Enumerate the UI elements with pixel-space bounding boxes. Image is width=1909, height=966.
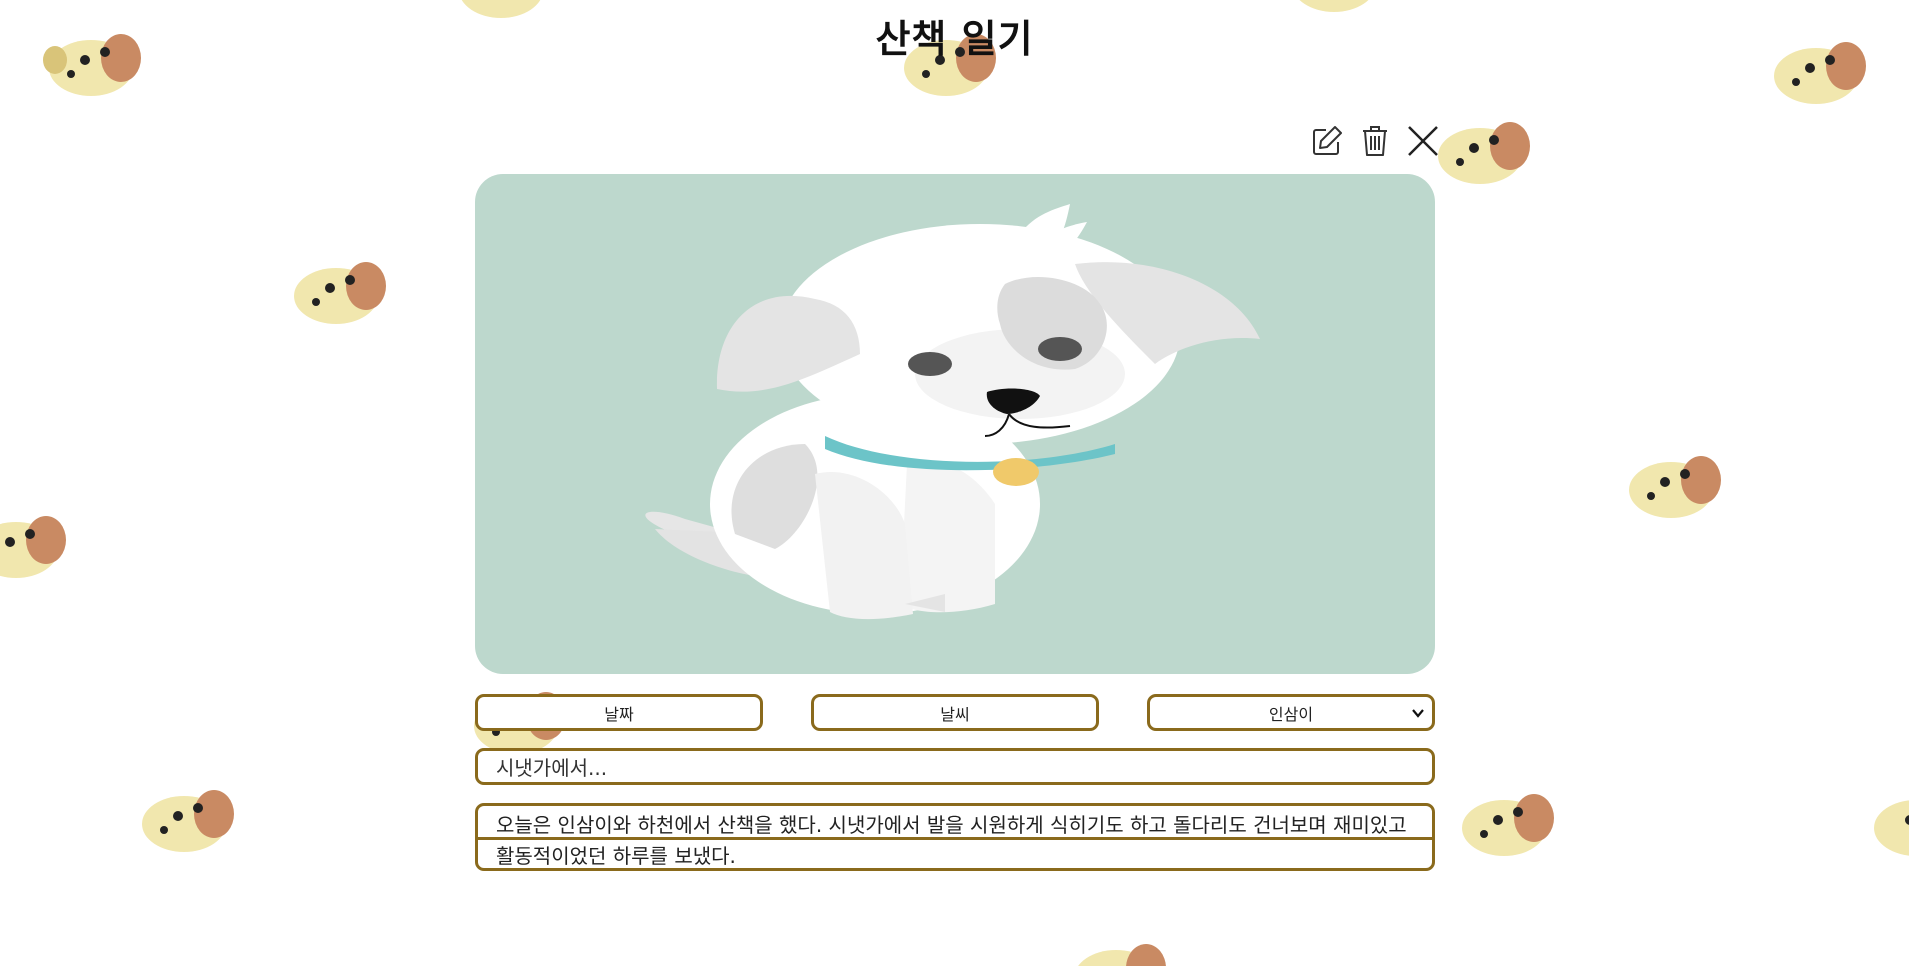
line-divider bbox=[478, 837, 1432, 840]
close-x-icon bbox=[1408, 126, 1438, 156]
diary-body-value: 오늘은 인삼이와 하천에서 산책을 했다. 시냇가에서 발을 시원하게 식히기도… bbox=[496, 813, 1407, 868]
puppy-face-icon bbox=[142, 790, 234, 852]
puppy-face-icon bbox=[294, 262, 386, 324]
edit-button[interactable] bbox=[1310, 123, 1344, 159]
puppy-face-icon bbox=[0, 516, 66, 578]
diary-body-textarea[interactable]: 오늘은 인삼이와 하천에서 산책을 했다. 시냇가에서 발을 시원하게 식히기도… bbox=[475, 803, 1435, 871]
companion-selected-value: 인삼이 bbox=[1268, 704, 1314, 724]
diary-page: 산책 일기 날짜 날씨 인삼이 시냇가에서... 오늘은 인삼이와 하천에서 산… bbox=[0, 0, 1909, 966]
puppy-face-icon bbox=[1438, 122, 1530, 184]
puppy-face-icon bbox=[1462, 794, 1554, 856]
date-input[interactable]: 날짜 bbox=[475, 694, 763, 731]
delete-button[interactable] bbox=[1358, 123, 1392, 159]
puppy-face-icon bbox=[1629, 456, 1721, 518]
diary-photo bbox=[475, 174, 1435, 674]
weather-placeholder: 날씨 bbox=[940, 704, 970, 724]
chevron-down-icon bbox=[1412, 709, 1424, 718]
diary-title-value: 시냇가에서... bbox=[496, 756, 608, 780]
puppy-face-icon bbox=[1078, 944, 1166, 966]
pencil-square-icon bbox=[1313, 126, 1342, 155]
diary-title-input[interactable]: 시냇가에서... bbox=[475, 748, 1435, 785]
trash-icon bbox=[1363, 126, 1387, 156]
close-button[interactable] bbox=[1406, 123, 1440, 159]
diary-toolbar bbox=[1310, 118, 1440, 164]
page-title: 산책 일기 bbox=[875, 17, 1034, 61]
puppy-illustration bbox=[645, 204, 1260, 620]
puppy-face-icon bbox=[1874, 800, 1909, 856]
weather-input[interactable]: 날씨 bbox=[811, 694, 1099, 731]
companion-select[interactable]: 인삼이 bbox=[1147, 694, 1435, 731]
date-placeholder: 날짜 bbox=[604, 704, 634, 724]
